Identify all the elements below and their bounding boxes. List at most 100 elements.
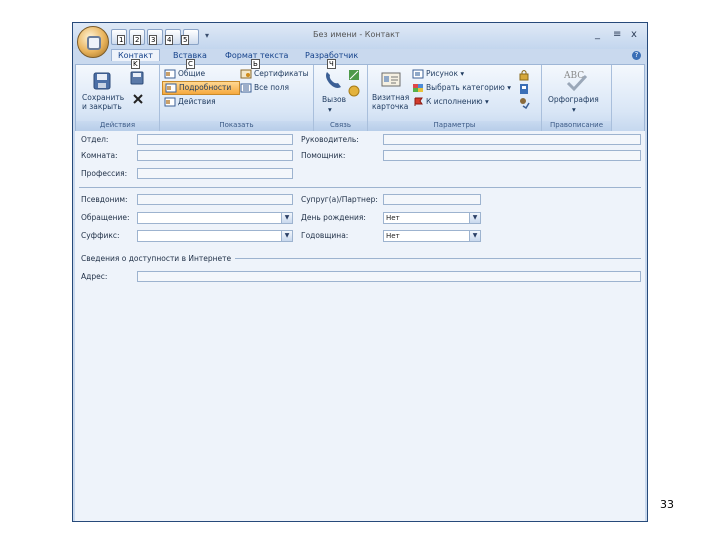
delete-icon[interactable] [132,93,144,105]
show-details-button-highlight[interactable]: Подробности [162,81,240,95]
group-show: Общие Подробности Действия Сертификаты В… [160,65,314,131]
manager-field[interactable] [383,134,641,145]
nickname-field[interactable] [137,194,293,205]
web-page-icon[interactable] [348,85,360,97]
call-dropdown-icon[interactable]: ▾ [328,105,332,114]
office-field[interactable] [137,150,293,161]
show-details-button[interactable]: Подробности [179,83,231,92]
call-button[interactable]: Вызов [322,95,346,104]
address-label: Адрес: [81,272,108,281]
manager-label: Руководитель: [301,135,359,144]
general-icon [164,69,176,79]
close-button[interactable]: x [631,29,637,40]
anniversary-select[interactable]: Нет ▼ [383,230,481,242]
department-field[interactable] [137,134,293,145]
keytip: 3 [149,35,158,45]
keytip: 2 [133,35,142,45]
chevron-down-icon[interactable]: ▼ [281,231,292,241]
title-label: Обращение: [81,213,130,222]
spouse-label: Супруг(а)/Партнер: [301,195,378,204]
group-label: Параметры [368,121,541,131]
suffix-select[interactable]: ▼ [137,230,293,242]
contact-details-form: Отдел: Комната: Профессия: Руководитель:… [75,131,645,521]
internet-section-heading: Сведения о доступности в Интернете [81,254,236,263]
keytip: K [131,59,140,69]
ribbon: Сохранить и закрыть Действия Общие Подро… [75,64,645,132]
details-icon [165,83,177,93]
address-book-icon[interactable] [518,83,530,95]
certificates-icon [240,69,252,79]
picture-button[interactable]: Рисунок ▾ [426,69,464,78]
show-general-button[interactable]: Общие [178,69,205,78]
all-fields-icon [240,83,252,93]
group-communicate: Вызов ▾ Связь [314,65,368,131]
birthday-select[interactable]: Нет ▼ [383,212,481,224]
title-select[interactable]: ▼ [137,212,293,224]
birthday-label: День рождения: [301,213,366,222]
save-and-close-icon [93,72,111,90]
assistant-label: Помощник: [301,151,346,160]
spouse-field[interactable] [383,194,481,205]
show-certificates-button[interactable]: Сертификаты [254,69,309,78]
keytip: 5 [181,35,190,45]
quick-access-toolbar: ▾ [111,29,209,45]
map-icon[interactable] [348,69,360,81]
address-field[interactable] [137,271,641,282]
group-actions: Сохранить и закрыть Действия [76,65,160,131]
nickname-label: Псевдоним: [81,195,128,204]
phone-call-icon [326,72,341,88]
page-number: 33 [660,498,674,511]
group-proofing: ABC Орфография ▾ Правописание [542,65,612,131]
show-all-fields-button[interactable]: Все поля [254,83,289,92]
show-activities-button[interactable]: Действия [178,97,216,106]
group-options: Визитная карточка Рисунок ▾ Выбрать кате… [368,65,542,131]
divider [79,187,641,188]
birthday-value: Нет [386,214,400,222]
save-icon[interactable] [130,71,146,85]
maximize-button[interactable]: ≡ [613,29,621,40]
office-button-icon[interactable] [77,26,109,58]
customize-qat-dropdown-icon[interactable]: ▾ [205,29,209,45]
chevron-down-icon[interactable]: ▼ [469,231,480,241]
spelling-abc-icon: ABC [563,71,588,92]
keytip: Ь [251,59,260,69]
save-and-close-button[interactable]: Сохранить и закрыть [82,93,124,111]
profession-label: Профессия: [81,169,128,178]
business-card-button[interactable]: Визитная карточка [372,93,409,111]
keytip: 4 [165,35,174,45]
keytip: C [186,59,195,69]
minimize-button[interactable]: _ [595,29,600,40]
outlook-contact-window: ▾ 1 2 3 4 5 Без имени - Контакт _ ≡ x Ко… [72,22,648,522]
spelling-button[interactable]: Орфография [548,95,599,104]
office-label: Комната: [81,151,118,160]
keytip: 1 [117,35,126,45]
window-title: Без имени - Контакт [313,30,400,39]
follow-up-button[interactable]: К исполнению ▾ [426,97,489,106]
follow-up-flag-icon [414,97,423,106]
categorize-button[interactable]: Выбрать категорию ▾ [426,83,511,92]
activities-icon [164,97,176,107]
anniversary-label: Годовщина: [301,231,349,240]
categorize-icon [413,84,423,92]
chevron-down-icon[interactable]: ▼ [469,213,480,223]
help-icon[interactable]: ? [632,51,641,60]
assistant-field[interactable] [383,150,641,161]
suffix-label: Суффикс: [81,231,120,240]
ribbon-tabs: Контакт Вставка Формат текста Разработчи… [73,49,647,69]
spelling-dropdown-icon[interactable]: ▾ [572,105,576,114]
profession-field[interactable] [137,168,293,179]
business-card-icon [381,72,401,87]
chevron-down-icon[interactable]: ▼ [281,213,292,223]
title-bar: ▾ 1 2 3 4 5 Без имени - Контакт _ ≡ x [73,23,647,49]
picture-icon [412,69,424,79]
group-label: Действия [76,121,159,131]
group-label: Связь [314,121,367,131]
anniversary-value: Нет [386,232,400,240]
department-label: Отдел: [81,135,109,144]
divider [225,258,641,259]
group-label: Показать [160,121,313,131]
private-lock-icon[interactable] [518,69,530,81]
check-names-icon[interactable] [518,97,530,109]
group-label: Правописание [542,121,611,131]
keytip: Ч [327,59,336,69]
